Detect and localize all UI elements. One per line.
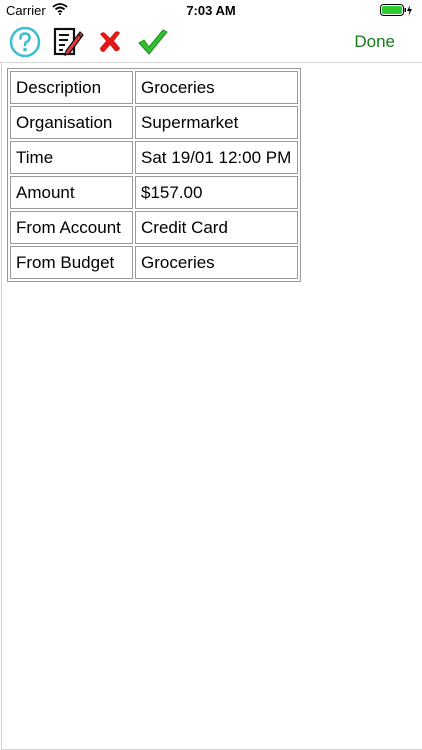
- table-row: Amount $157.00: [10, 176, 298, 209]
- row-value-organisation: Supermarket: [135, 106, 298, 139]
- row-label-amount: Amount: [10, 176, 133, 209]
- row-label-organisation: Organisation: [10, 106, 133, 139]
- delete-icon[interactable]: [94, 26, 126, 58]
- details-table: Description Groceries Organisation Super…: [7, 68, 301, 282]
- table-row: From Account Credit Card: [10, 211, 298, 244]
- row-value-description: Groceries: [135, 71, 298, 104]
- row-value-time: Sat 19/01 12:00 PM: [135, 141, 298, 174]
- edit-icon[interactable]: [52, 26, 84, 58]
- row-label-description: Description: [10, 71, 133, 104]
- table-row: Description Groceries: [10, 71, 298, 104]
- table-row: Organisation Supermarket: [10, 106, 298, 139]
- table-row: From Budget Groceries: [10, 246, 298, 279]
- row-label-from-budget: From Budget: [10, 246, 133, 279]
- status-bar: Carrier 7:03 AM: [0, 0, 422, 22]
- help-icon[interactable]: [9, 26, 41, 58]
- row-label-time: Time: [10, 141, 133, 174]
- row-value-from-account: Credit Card: [135, 211, 298, 244]
- confirm-check-icon[interactable]: [136, 26, 168, 58]
- done-button[interactable]: Done: [354, 32, 395, 52]
- battery-icon: [380, 4, 414, 20]
- toolbar: Done: [0, 22, 422, 63]
- row-value-from-budget: Groceries: [135, 246, 298, 279]
- row-value-amount: $157.00: [135, 176, 298, 209]
- status-time: 7:03 AM: [186, 3, 236, 18]
- table-row: Time Sat 19/01 12:00 PM: [10, 141, 298, 174]
- content-area: Description Groceries Organisation Super…: [1, 63, 422, 750]
- row-label-from-account: From Account: [10, 211, 133, 244]
